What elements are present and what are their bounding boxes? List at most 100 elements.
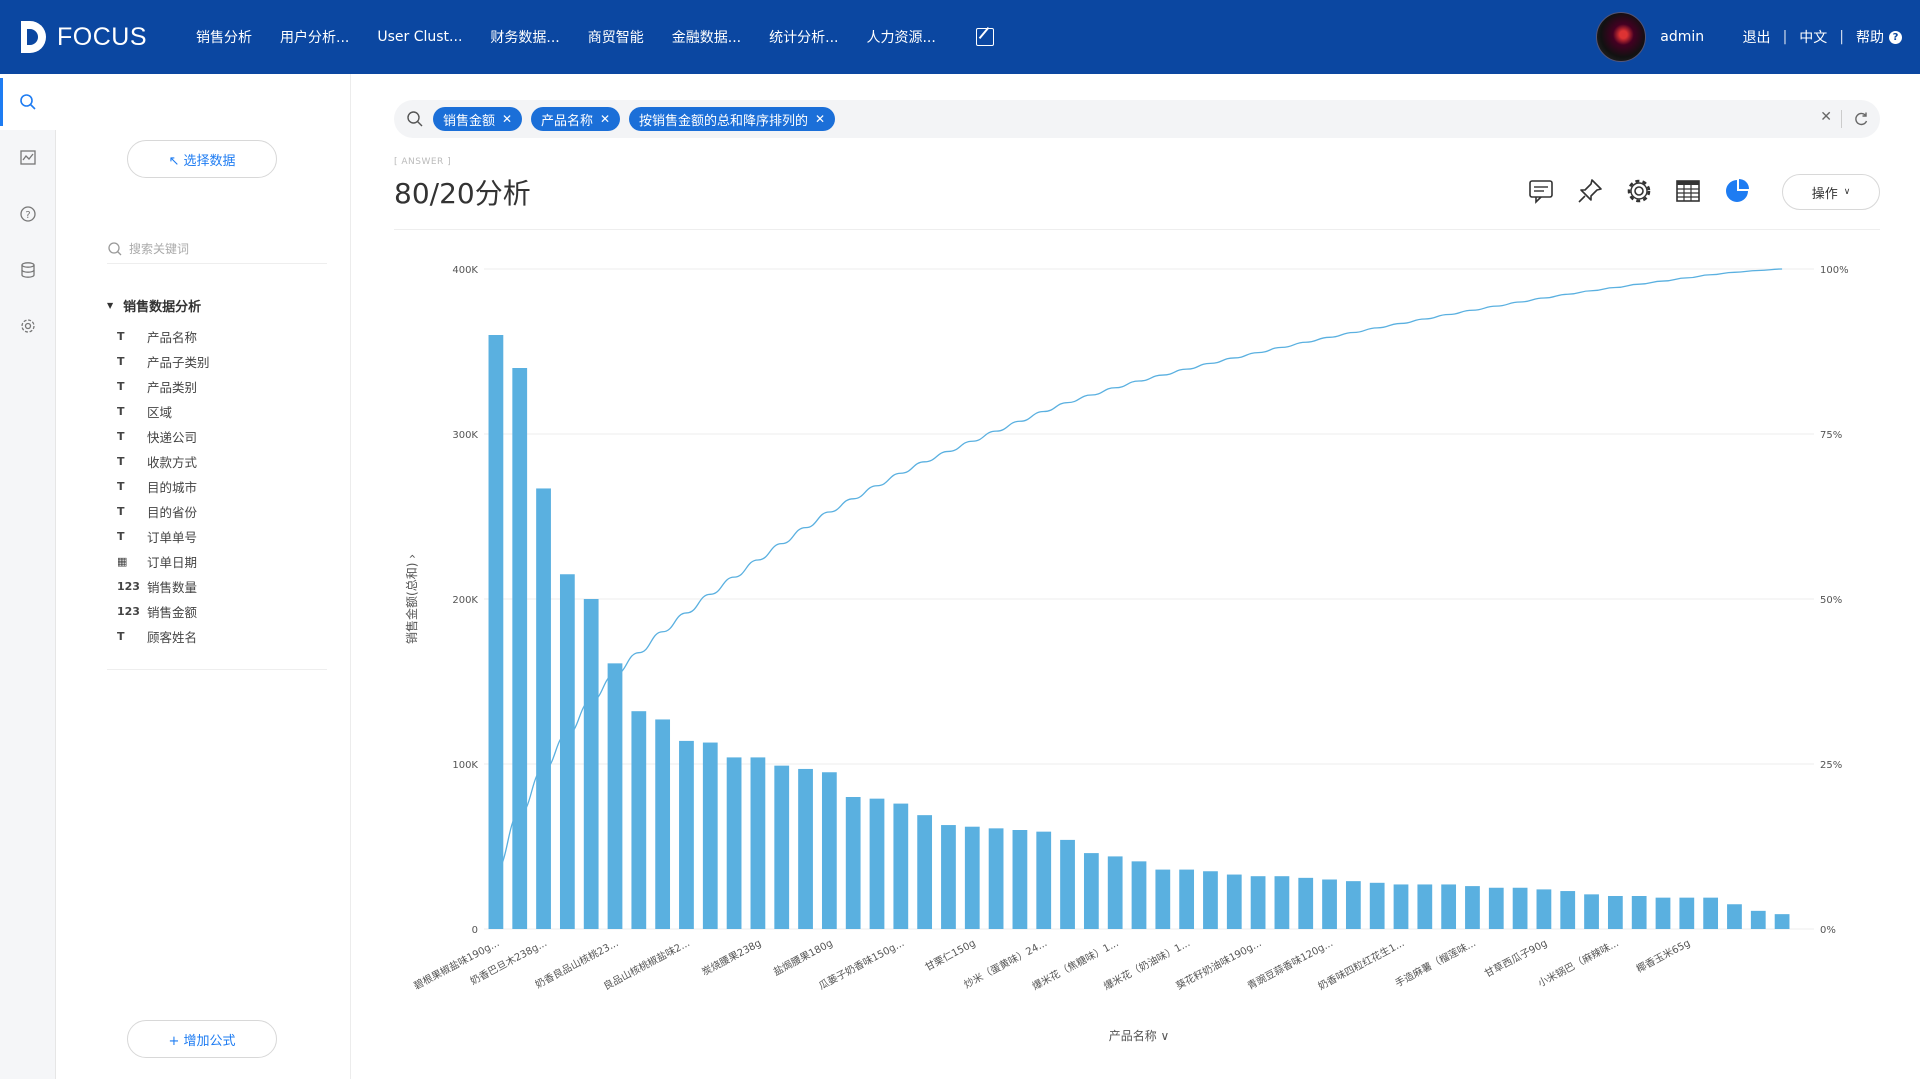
nav-item-user-analysis[interactable]: 用户分析...: [280, 27, 349, 47]
chart-bar: [941, 825, 956, 929]
app-logo[interactable]: FOCUS: [18, 18, 147, 56]
text-type-icon: T: [117, 455, 125, 468]
field-item[interactable]: T 收款方式: [117, 449, 210, 474]
field-item[interactable]: T 顾客姓名: [117, 624, 210, 649]
operations-dropdown[interactable]: 操作 ∨: [1782, 174, 1880, 210]
search-chip[interactable]: 销售金额 ✕: [433, 107, 523, 131]
refresh-icon[interactable]: [1853, 111, 1869, 127]
chart-bar: [536, 488, 551, 929]
operations-label: 操作: [1811, 186, 1838, 202]
text-type-icon: T: [117, 505, 125, 518]
search-chip[interactable]: 产品名称 ✕: [531, 107, 621, 131]
field-item[interactable]: 123 销售数量: [117, 574, 210, 599]
search-icon: [108, 241, 122, 255]
chart-bar: [1250, 876, 1266, 929]
field-label: 产品名称: [147, 330, 198, 345]
page-title: 80/20分析: [394, 177, 531, 210]
field-item[interactable]: 123 销售金额: [117, 599, 210, 624]
add-formula-button[interactable]: + 增加公式: [127, 1020, 277, 1058]
avatar[interactable]: [1596, 12, 1647, 62]
chart-bar: [726, 757, 742, 929]
field-item[interactable]: T 目的城市: [117, 474, 210, 499]
nav-item-financial-data[interactable]: 金融数据...: [672, 27, 741, 47]
focus-logo-icon: [21, 21, 46, 53]
select-data-button[interactable]: ↖ 选择数据: [127, 140, 277, 178]
nav-item-trade-intelligence[interactable]: 商贸智能: [588, 27, 644, 47]
rail-search[interactable]: [0, 74, 56, 130]
chart-bar: [1607, 896, 1623, 929]
field-label: 销售金额: [147, 605, 198, 620]
chart-bar: [964, 826, 980, 929]
divider: [1726, 29, 1730, 45]
field-label: 订单日期: [147, 555, 198, 570]
chart-bar: [1155, 869, 1171, 929]
pareto-chart: 0 100K 200K 300K 400K 0% 25% 50% 75% 100% 碧根果椒盐味…: [404, 265, 1849, 1043]
edit-icon[interactable]: [975, 28, 994, 46]
table-icon[interactable]: [1673, 176, 1703, 206]
x-tick-label: 盐焗腰果180g: [771, 936, 835, 978]
nav-item-user-cluster[interactable]: User Clust...: [377, 29, 462, 45]
settings-icon[interactable]: [1624, 176, 1654, 206]
data-panel: ↖ 选择数据 搜索关键词 ▼ 销售数据分析 T 产品名称 T 产品子类别 T 产品类别…: [57, 74, 351, 1079]
chart-bar: [750, 757, 766, 929]
text-type-icon: T: [117, 355, 125, 368]
text-type-icon: T: [117, 530, 125, 543]
nav-item-statistics[interactable]: 统计分析...: [769, 27, 838, 47]
y-axis-title[interactable]: 销售金额(总和) ›: [404, 554, 419, 644]
chart-bar: [1465, 886, 1480, 929]
field-item[interactable]: T 产品类别: [117, 374, 210, 399]
text-type-icon: T: [117, 630, 125, 643]
chart-bar: [559, 574, 575, 929]
divider: [394, 229, 1880, 230]
close-icon[interactable]: ✕: [502, 112, 512, 126]
field-item[interactable]: T 区域: [117, 399, 210, 424]
field-item[interactable]: T 快递公司: [117, 424, 210, 449]
language-switch[interactable]: 中文: [1799, 27, 1827, 47]
y2-tick-label: 25%: [1820, 760, 1842, 771]
help-icon[interactable]: ?: [1889, 30, 1902, 44]
logout-link[interactable]: 退出: [1743, 27, 1771, 47]
chart-bar: [1441, 884, 1457, 929]
user-area: admin 退出 | 中文 | 帮助 ?: [1596, 0, 1902, 74]
separator: [1841, 110, 1842, 128]
rail-dashboard[interactable]: [0, 130, 56, 186]
keyword-search[interactable]: 搜索关键词: [107, 234, 327, 264]
nav-item-finance-data[interactable]: 财务数据...: [490, 27, 559, 47]
field-list: T 产品名称 T 产品子类别 T 产品类别 T 区域 T 快递公司 T 收款方式 T 目的城市…: [117, 324, 210, 649]
nav-item-hr[interactable]: 人力资源...: [866, 27, 935, 47]
field-item[interactable]: T 目的省份: [117, 499, 210, 524]
comment-icon[interactable]: [1526, 176, 1556, 206]
x-axis-labels: 碧根果椒盐味190g...奶香巴旦木238g...奶香良品山核桃23...良品山…: [411, 936, 1692, 993]
search-chip[interactable]: 按销售金额的总和降序排列的 ✕: [629, 107, 836, 131]
main-nav: 销售分析 用户分析... User Clust... 财务数据... 商贸智能 …: [180, 0, 994, 74]
rail-database[interactable]: [0, 242, 56, 298]
nav-item-sales-analysis[interactable]: 销售分析: [196, 27, 252, 47]
field-item[interactable]: T 产品子类别: [117, 349, 210, 374]
field-item[interactable]: T 订单单号: [117, 524, 210, 549]
clear-search-icon[interactable]: ✕: [1820, 109, 1832, 125]
rail-help[interactable]: ?: [0, 186, 56, 242]
chart-bar: [1393, 884, 1409, 929]
chart-bar: [512, 368, 528, 929]
field-label: 产品类别: [147, 380, 198, 395]
close-icon[interactable]: ✕: [600, 112, 610, 126]
x-tick-label: 碧根果椒盐味190g...: [411, 936, 501, 992]
field-label: 目的省份: [147, 505, 198, 520]
rail-settings[interactable]: [0, 298, 56, 354]
chart-bar: [655, 719, 671, 929]
help-link[interactable]: 帮助: [1856, 27, 1884, 47]
data-source-node[interactable]: ▼ 销售数据分析: [107, 296, 201, 315]
y2-tick-label: 100%: [1820, 265, 1849, 276]
search-bar[interactable]: 销售金额 ✕ 产品名称 ✕ 按销售金额的总和降序排列的 ✕ ✕: [394, 100, 1880, 138]
top-bar: FOCUS 销售分析 用户分析... User Clust... 财务数据...…: [0, 0, 1920, 74]
field-item[interactable]: ▦ 订单日期: [117, 549, 210, 574]
x-axis-title[interactable]: 产品名称 ∨: [1109, 1028, 1170, 1043]
number-type-icon: 123: [117, 605, 140, 618]
field-item[interactable]: T 产品名称: [117, 324, 210, 349]
pie-chart-icon[interactable]: [1722, 176, 1752, 206]
keyword-search-placeholder: 搜索关键词: [129, 242, 190, 256]
search-icon: [20, 94, 36, 110]
pin-icon[interactable]: [1575, 176, 1605, 206]
close-icon[interactable]: ✕: [815, 112, 825, 126]
username[interactable]: admin: [1660, 29, 1704, 45]
